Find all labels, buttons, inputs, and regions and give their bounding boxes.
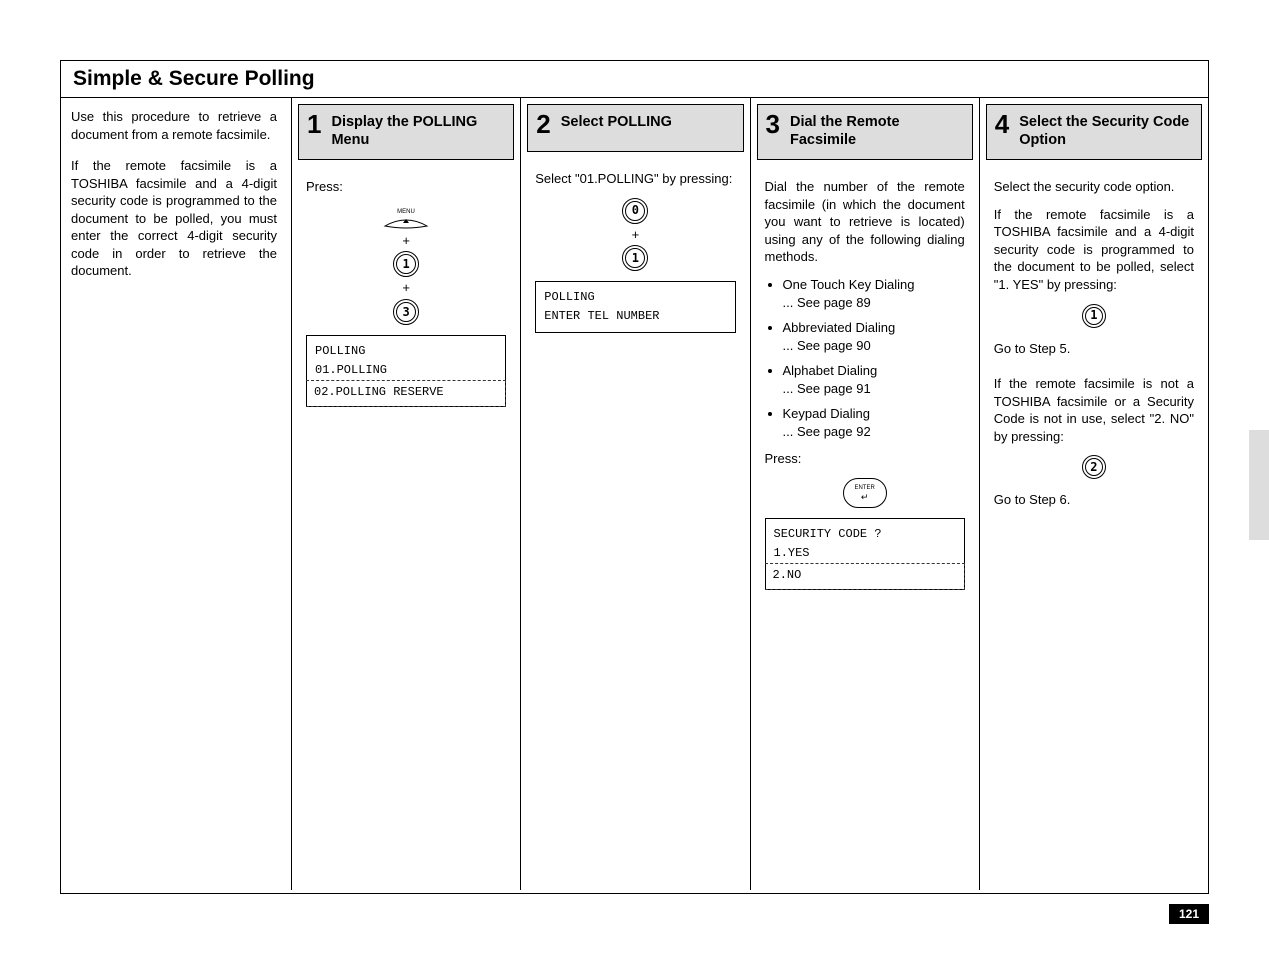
key-1-icon: 1 (1082, 304, 1106, 328)
step-4-num: 4 (995, 111, 1009, 137)
step-3: 3 Dial the Remote Facsimile Dial the num… (750, 98, 979, 890)
lcd-row: POLLING (544, 290, 594, 304)
key-0-icon: 0 (622, 198, 648, 224)
steps-row: 1 Display the POLLING Menu Press: MENU +… (291, 98, 1208, 890)
section-title: Simple & Secure Polling (61, 61, 1208, 98)
step-3-p1: Dial the number of the remote facsimile … (765, 178, 965, 266)
step-2-body: Select "01.POLLING" by pressing: 0 + 1 P… (521, 152, 749, 343)
intro-p2: If the remote facsimile is a TOSHIBA fac… (71, 157, 277, 280)
step-1-num: 1 (307, 111, 321, 137)
step-2-num: 2 (536, 111, 550, 137)
step-4-title: Select the Security Code Option (1019, 111, 1193, 149)
key-2-icon: 2 (1082, 455, 1106, 479)
lcd-dashed-row: 2.NO (765, 563, 965, 590)
key-1-wrap: 1 (994, 304, 1194, 328)
content-row: Use this procedure to retrieve a documen… (61, 98, 1208, 890)
intro-p1: Use this procedure to retrieve a documen… (71, 108, 277, 143)
key-1-icon: 1 (393, 251, 419, 277)
key-2-wrap: 2 (994, 455, 1194, 479)
lcd-row: ENTER TEL NUMBER (544, 309, 659, 323)
step-1-title: Display the POLLING Menu (331, 111, 505, 149)
step-2-lcd: POLLING ENTER TEL NUMBER (535, 281, 735, 333)
step-1: 1 Display the POLLING Menu Press: MENU +… (291, 98, 520, 890)
menu-key-icon: MENU (381, 206, 431, 230)
plus-icon: + (306, 232, 506, 250)
goto-step-5: Go to Step 5. (994, 340, 1194, 358)
step-3-num: 3 (766, 111, 780, 137)
enter-key-icon: ENTER ↵ (843, 478, 887, 508)
step-1-lcd: POLLING 01.POLLING 02.POLLING RESERVE (306, 335, 506, 408)
list-item: Keypad Dialing ... See page 92 (783, 405, 965, 440)
step-4-p2: If the remote facsimile is a TOSHIBA fac… (994, 206, 1194, 294)
lcd-dashed-row: 02.POLLING RESERVE (306, 380, 506, 407)
step-3-header: 3 Dial the Remote Facsimile (757, 104, 973, 160)
lcd-row: SECURITY CODE ? (774, 527, 882, 541)
step-3-press: Press: (765, 450, 965, 468)
step-4-header: 4 Select the Security Code Option (986, 104, 1202, 160)
step-2-title: Select POLLING (561, 111, 672, 131)
step-1-key-stack: MENU + 1 + 3 (306, 206, 506, 325)
step-3-body: Dial the number of the remote facsimile … (751, 160, 979, 600)
menu-label: MENU (397, 209, 415, 215)
step-3-title: Dial the Remote Facsimile (790, 111, 964, 149)
step-4-p1: Select the security code option. (994, 178, 1194, 196)
side-tab (1249, 430, 1269, 540)
page-frame: Simple & Secure Polling Use this procedu… (60, 60, 1209, 894)
enter-key-wrap: ENTER ↵ (765, 478, 965, 508)
key-3-icon: 3 (393, 299, 419, 325)
lcd-row: 01.POLLING (315, 363, 387, 377)
step-2: 2 Select POLLING Select "01.POLLING" by … (520, 98, 749, 890)
step-4-body: Select the security code option. If the … (980, 160, 1208, 529)
lcd-row: 1.YES (774, 546, 810, 560)
goto-step-6: Go to Step 6. (994, 491, 1194, 509)
step-4-p3: If the remote facsimile is not a TOSHIBA… (994, 375, 1194, 445)
intro-column: Use this procedure to retrieve a documen… (61, 98, 291, 890)
lcd-row: POLLING (315, 344, 365, 358)
step-1-body: Press: MENU + 1 + 3 POLLING (292, 160, 520, 417)
step-2-key-stack: 0 + 1 (535, 198, 735, 272)
plus-icon: + (306, 279, 506, 297)
list-item: Abbreviated Dialing ... See page 90 (783, 319, 965, 354)
step-3-lcd: SECURITY CODE ? 1.YES 2.NO (765, 518, 965, 591)
step-1-press: Press: (306, 178, 506, 196)
list-item: Alphabet Dialing ... See page 91 (783, 362, 965, 397)
step-1-header: 1 Display the POLLING Menu (298, 104, 514, 160)
page-number: 121 (1169, 904, 1209, 924)
plus-icon: + (535, 226, 735, 244)
step-2-header: 2 Select POLLING (527, 104, 743, 152)
step-2-select: Select "01.POLLING" by pressing: (535, 170, 735, 188)
step-4: 4 Select the Security Code Option Select… (979, 98, 1208, 890)
list-item: One Touch Key Dialing ... See page 89 (783, 276, 965, 311)
key-1-icon: 1 (622, 245, 648, 271)
dial-methods-list: One Touch Key Dialing ... See page 89 Ab… (783, 276, 965, 440)
